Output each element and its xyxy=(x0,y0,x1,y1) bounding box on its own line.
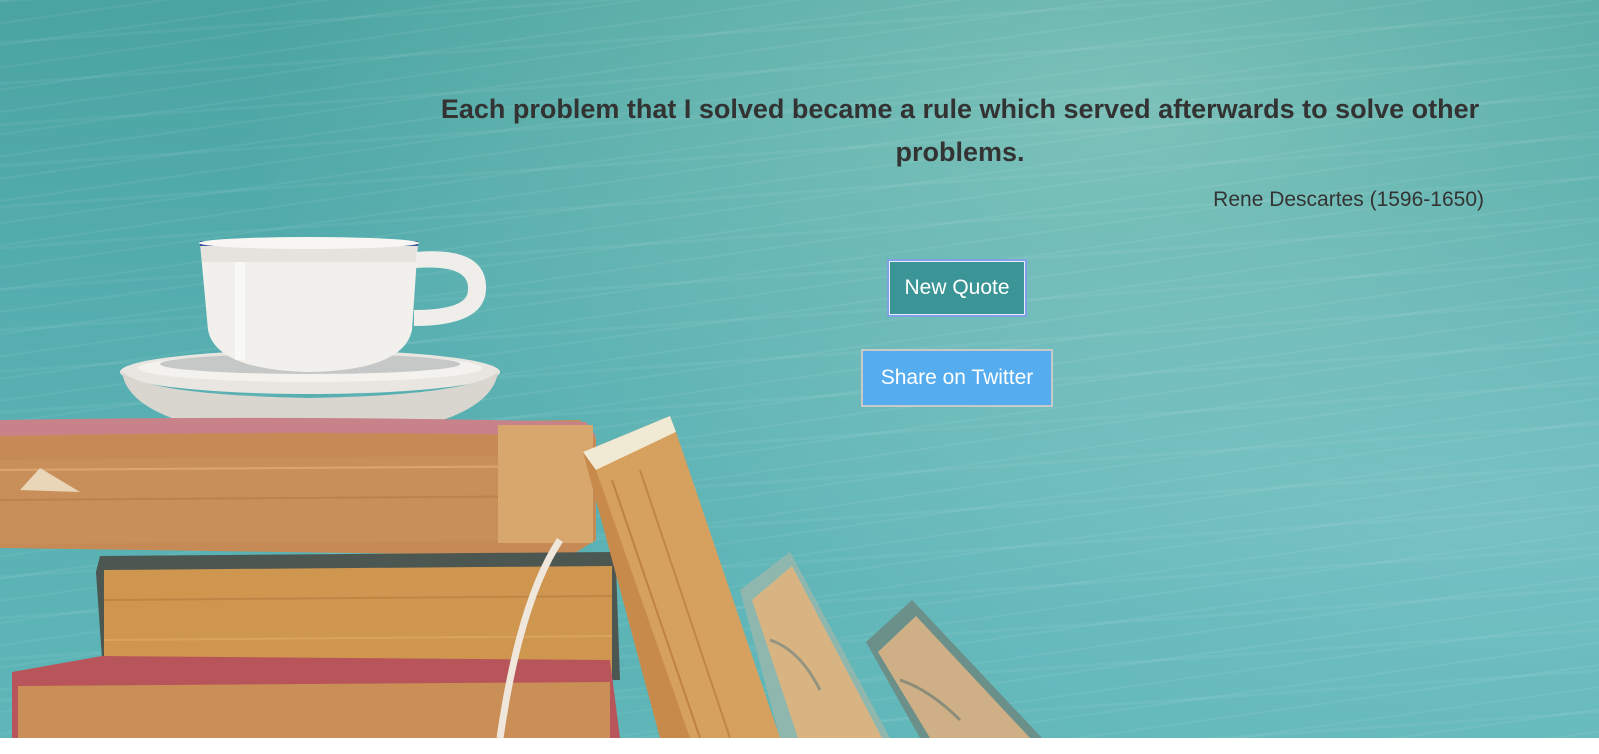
quote-text: Each problem that I solved became a rule… xyxy=(440,94,1480,167)
new-quote-button[interactable]: New Quote xyxy=(887,259,1027,317)
books-illustration xyxy=(0,416,1042,739)
coffee-cup-illustration xyxy=(120,237,500,442)
quote-page: Each problem that I solved became a rule… xyxy=(0,0,1599,754)
quote-author: Rene Descartes (1596-1650) xyxy=(1213,188,1484,211)
page-bottom-strip xyxy=(0,738,1599,754)
quote-box: Each problem that I solved became a rule… xyxy=(430,88,1490,212)
share-twitter-button[interactable]: Share on Twitter xyxy=(861,349,1053,407)
